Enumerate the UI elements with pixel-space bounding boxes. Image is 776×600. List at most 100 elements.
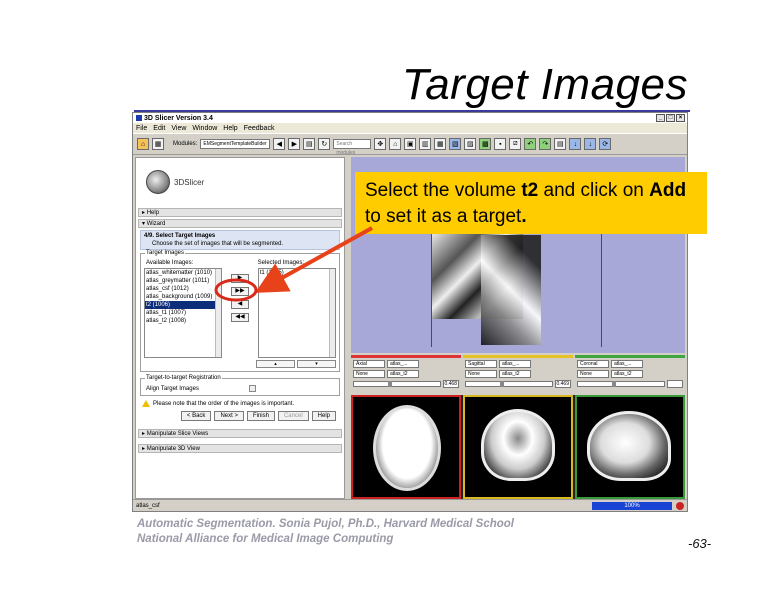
module-select[interactable]: EMSegmentTemplateBuilder [200,139,271,149]
layout-2-icon[interactable]: ▥ [419,138,432,150]
prev-module-icon[interactable]: ◀ [273,138,286,150]
available-image-item[interactable]: atlas_background (1009) [145,293,221,301]
add-all-button[interactable]: ▶▶ [230,287,249,296]
undo-icon[interactable]: ↶ [524,138,537,150]
red-orientation-select[interactable]: Axial [353,360,385,368]
manipulate-3d-toggle[interactable]: ▸ Manipulate 3D View [138,444,342,453]
layout-3-icon[interactable]: ▦ [434,138,447,150]
page-number: -63- [688,536,712,551]
manipulate-slice-toggle[interactable]: ▸ Manipulate Slice Views [138,429,342,438]
available-image-item[interactable]: atlas_t2 (1008) [145,317,221,325]
available-image-item[interactable]: atlas_t1 (1007) [145,309,221,317]
green-label-select[interactable]: atlas_... [611,360,643,368]
available-images-label: Available Images: [146,260,194,266]
move-down-button[interactable]: ▾ [297,360,336,368]
wizard-help-button[interactable]: Help [311,411,336,421]
available-images-list[interactable]: atlas_whitematter (1010) atlas_greymatter… [144,268,223,358]
available-image-item[interactable]: atlas_csf (1012) [145,285,221,293]
menu-file[interactable]: File [136,125,147,132]
redo-icon[interactable]: ↷ [539,138,552,150]
remove-button[interactable]: ◀ [230,300,249,309]
yellow-label-select[interactable]: atlas_... [499,360,531,368]
refresh-module-icon[interactable]: ↻ [318,138,331,150]
pick-icon[interactable]: ↓ [569,138,582,150]
callout-volume-name: t2 [521,180,539,201]
selected-image-item[interactable]: t1 (1005) [259,269,335,277]
red-fg-select[interactable]: None [353,370,385,378]
rotate-icon[interactable]: ⟳ [599,138,612,150]
move-up-button[interactable]: ▴ [256,360,295,368]
menu-view[interactable]: View [171,125,186,132]
available-image-item[interactable]: atlas_greymatter (1011) [145,277,221,285]
available-image-item[interactable]: t2 (1006) [145,301,222,309]
selected-list-scrollbar[interactable] [328,269,335,357]
yellow-bg-select[interactable]: atlas_t2 [499,370,531,378]
finish-button[interactable]: Finish [246,411,275,421]
green-slice-slider[interactable] [577,381,665,387]
yellow-slider-knob[interactable] [500,381,505,387]
help-section-toggle[interactable]: ▸ Help [138,208,342,217]
yellow-orientation-select[interactable]: Sagittal [465,360,497,368]
yellow-slice-view[interactable] [463,395,573,499]
module-history-icon[interactable]: ▤ [303,138,316,150]
mouse-mode-icon[interactable]: ✥ [374,138,387,150]
green-bg-select[interactable]: atlas_t2 [611,370,643,378]
layout-4-icon[interactable]: ▧ [449,138,462,150]
layout-5-icon[interactable]: ▨ [464,138,477,150]
next-button[interactable]: Next > [214,411,244,421]
green-fg-select[interactable]: None [577,370,609,378]
menu-edit[interactable]: Edit [153,125,165,132]
layout-home-icon[interactable]: ⌂ [389,138,402,150]
module-panel: 3DSlicer ▸ Help ▾ Wizard 4/9. Select Tar… [135,157,345,499]
back-button[interactable]: < Back [180,411,212,421]
maximize-button[interactable]: □ [666,114,675,122]
registration-legend: Target-to-target Registration [145,375,222,381]
red-slice-view[interactable] [351,395,461,499]
green-orientation-select[interactable]: Coronal [577,360,609,368]
align-target-checkbox[interactable] [248,385,256,392]
callout-text-1: Select the volume [365,180,522,201]
red-label-select[interactable]: atlas_... [387,360,419,368]
layout-8-icon[interactable]: ⧄ [509,138,522,150]
available-image-item[interactable]: atlas_whitematter (1010) [145,269,221,277]
available-list-scrollbar[interactable] [215,269,222,357]
red-bg-select[interactable]: atlas_t2 [387,370,419,378]
home-icon[interactable]: ⌂ [137,138,149,150]
green-slider-knob[interactable] [612,381,617,387]
order-note-text: Please note that the order of the images… [153,400,295,407]
close-window-button[interactable]: × [676,114,685,122]
layout-1-icon[interactable]: ▣ [404,138,417,150]
yellow-fg-select[interactable]: None [465,370,497,378]
green-slice-offset[interactable] [667,380,683,388]
remove-all-button[interactable]: ◀◀ [230,313,249,322]
slicer-logo-icon [146,170,170,194]
layout-7-icon[interactable]: ▪ [494,138,507,150]
layout-6-icon[interactable]: ▩ [479,138,492,150]
selected-images-list[interactable]: t1 (1005) [257,268,336,358]
fiducial-icon[interactable]: ▤ [554,138,567,150]
menu-feedback[interactable]: Feedback [244,125,275,132]
3d-bounding-line-2 [601,227,602,347]
data-icon[interactable]: ▦ [152,138,164,150]
place-icon[interactable]: ↓ [584,138,597,150]
menu-help[interactable]: Help [223,125,237,132]
modules-label: Modules: [173,141,198,147]
target-images-group: Target Images Available Images: Selected… [140,250,340,372]
stop-icon[interactable] [676,501,684,510]
wizard-section-toggle[interactable]: ▾ Wizard [138,219,342,228]
red-slice-slider[interactable] [353,381,441,387]
red-slice-offset[interactable]: 0.468 [443,380,459,388]
module-search-input[interactable]: Search modules [333,139,372,156]
wizard-step-title: 4/9. Select Target Images [144,233,216,239]
green-slice-view[interactable] [575,395,685,499]
slicer-logo: 3DSlicer [136,158,344,206]
menu-window[interactable]: Window [192,125,217,132]
slicer-logo-text: 3DSlicer [174,177,205,187]
cancel-button[interactable]: Cancel [277,411,309,421]
minimize-button[interactable]: _ [656,114,665,122]
next-module-icon[interactable]: ▶ [288,138,301,150]
yellow-slice-slider[interactable] [465,381,553,387]
yellow-slice-offset[interactable]: 0.469 [555,380,571,388]
red-slider-knob[interactable] [388,381,393,387]
add-button[interactable]: ▶ [230,274,249,283]
